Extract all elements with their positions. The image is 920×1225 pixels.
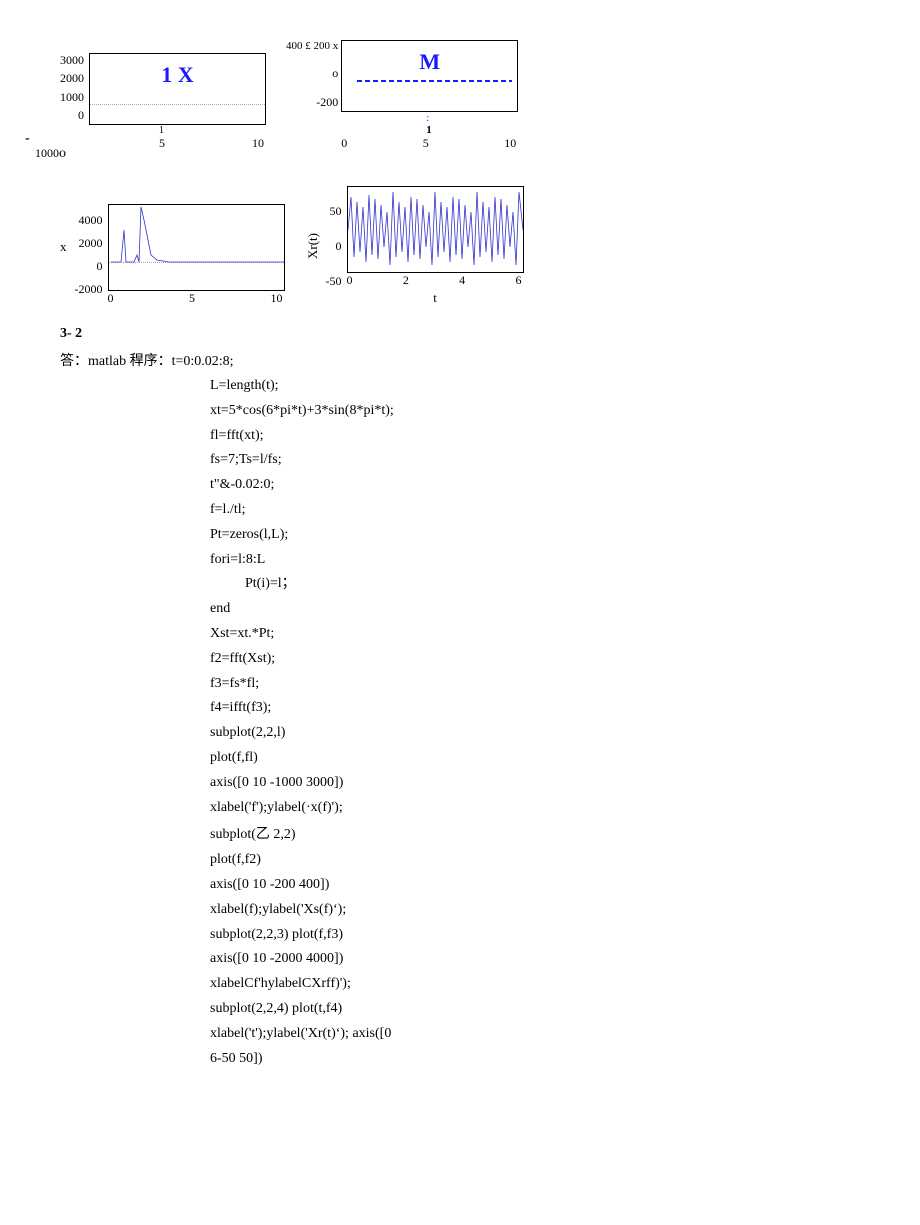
- code-line: fs=7;Ts=l/fs;: [210, 448, 740, 472]
- xtick: 10: [504, 136, 516, 151]
- xtick: 5: [159, 136, 165, 151]
- code-line: f2=fft(Xst);: [210, 647, 740, 671]
- code-line: Xst=xt.*Pt;: [210, 622, 740, 646]
- code-line: f3=fs*fl;: [210, 672, 740, 696]
- code-line: axis([0 10 -2000 4000]): [210, 947, 740, 971]
- code-line: end: [210, 597, 740, 621]
- ytick: -2000: [75, 282, 103, 297]
- chart-1: 3000 2000 1000 0 1 X 1 5 10: [60, 53, 266, 151]
- code-line: Pt(i)=l；: [245, 572, 740, 596]
- code-line: f=l./tl;: [210, 498, 740, 522]
- chart2-plot: M: [341, 40, 518, 112]
- xtick: 6: [515, 273, 521, 288]
- code-line: 6-50 50]): [210, 1047, 740, 1071]
- code-line: xt=5*cos(6*pi*t)+3*sin(8*pi*t);: [210, 399, 740, 423]
- code-line: L=length(t);: [210, 374, 740, 398]
- xtick: 5: [189, 291, 195, 306]
- code-line: Pt=zeros(l,L);: [210, 523, 740, 547]
- ytick: 4000: [79, 213, 103, 228]
- code-line: xlabel('t');ylabel('Xr(t)‘); axis([0: [210, 1022, 740, 1046]
- code-line: xlabelCf'hylabelCXrff)');: [210, 972, 740, 996]
- chart-row-2: x 4000 2000 0 -2000 0 5 10: [60, 186, 740, 306]
- chart4-yticks: 50 0 -50: [326, 204, 347, 289]
- xtick: 5: [423, 136, 429, 151]
- dot-mark: 1: [426, 124, 432, 136]
- chart3-xticks: 0 5 10: [108, 291, 283, 306]
- code-line: fori=l:8:L: [210, 548, 740, 572]
- charts-container: 3000 2000 1000 0 1 X 1 5 10: [60, 40, 740, 306]
- xtick: 10: [271, 291, 283, 306]
- code-line: subplot(2,2,l): [210, 721, 740, 745]
- code-line: t"&-0.02:0;: [210, 473, 740, 497]
- code-line: subplot(2,2,3) plot(f,f3): [210, 923, 740, 947]
- xtick: 0: [108, 291, 114, 306]
- answer-line: 答：matlab 稈序：t=0:0.02:8;: [60, 350, 740, 370]
- xtick: 4: [459, 273, 465, 288]
- xtick: 0: [347, 273, 353, 288]
- answer-prefix: 答：matlab 稈序：: [60, 354, 172, 369]
- ytick: 2000: [79, 236, 103, 251]
- chart1-yticks: 3000 2000 1000 0: [60, 53, 89, 123]
- code-line: fl=fft(xt);: [210, 424, 740, 448]
- ytick: 0: [97, 259, 103, 274]
- ytick: 1000: [60, 90, 84, 105]
- chart1-xticks: 1: [89, 125, 264, 136]
- chart2-yticks: 400 £ 200 x o -200: [286, 40, 341, 110]
- dash-label: -: [25, 131, 30, 147]
- ytick: 0: [336, 239, 342, 254]
- chart3-plot: [108, 204, 285, 291]
- xtick: 1: [159, 125, 164, 136]
- question-number: 3- 2: [60, 326, 740, 342]
- chart4-xticks: 0 2 4 6: [347, 273, 522, 288]
- ytick: 3000: [60, 53, 84, 68]
- chart1-plot: 1 X: [89, 53, 266, 125]
- code-line: f4=ifft(f3);: [210, 696, 740, 720]
- xtick: 10: [252, 136, 264, 151]
- chart-row-1: 3000 2000 1000 0 1 X 1 5 10: [60, 40, 740, 151]
- xtick: 2: [403, 273, 409, 288]
- code-line: axis([0 10 -1000 3000]): [210, 771, 740, 795]
- code-line: plot(f,f2): [210, 848, 740, 872]
- chart4-plot: [347, 186, 524, 273]
- chart4-xlabel: t: [347, 290, 524, 306]
- code-line: subplot(乙 2,2): [210, 823, 740, 847]
- code-line: t=0:0.02:8;: [172, 354, 234, 369]
- ytick: o: [332, 66, 338, 81]
- ytick: 2000: [60, 71, 84, 86]
- code-line: axis([0 10 -200 400]): [210, 873, 740, 897]
- code-block: L=length(t); xt=5*cos(6*pi*t)+3*sin(8*pi…: [210, 374, 740, 1070]
- code-line: xlabel(f);ylabel('Xs(f)‘);: [210, 898, 740, 922]
- code-line: xlabel('f');ylabel(·x(f)');: [210, 796, 740, 820]
- ytick: -200: [316, 95, 338, 110]
- chart-3: x 4000 2000 0 -2000 0 5 10: [60, 204, 285, 306]
- chart-2: 400 £ 200 x o -200 M : 1 0 5 1: [286, 40, 518, 151]
- chart-4: Xr(t) 50 0 -50 0 2 4 6 t: [305, 186, 524, 306]
- xtick: 0: [341, 136, 347, 151]
- bottom-left-label: 1000o: [35, 146, 66, 162]
- ytick: 400 £ 200 x: [286, 40, 338, 52]
- chart4-ylabel: Xr(t): [305, 233, 321, 259]
- chart3-ylabel: x: [60, 239, 67, 255]
- ytick: 50: [330, 204, 342, 219]
- chart1-title: 1 X: [161, 62, 193, 88]
- dot-mark: :: [426, 112, 429, 124]
- ytick: -50: [326, 274, 342, 289]
- code-line: plot(f,fl): [210, 746, 740, 770]
- code-line: subplot(2,2,4) plot(t,f4): [210, 997, 740, 1021]
- chart3-yticks: 4000 2000 0 -2000: [75, 213, 108, 298]
- ytick: 0: [78, 108, 84, 123]
